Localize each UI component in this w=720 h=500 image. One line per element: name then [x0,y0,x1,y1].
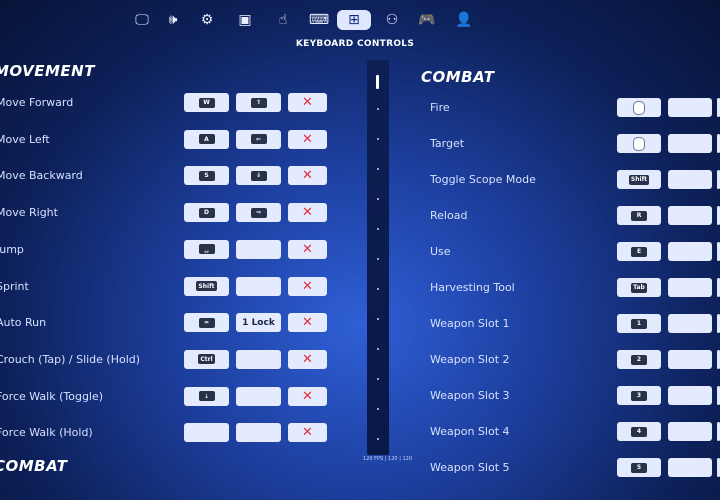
binding-label: Weapon Slot 2 [430,353,510,366]
primary-key-slot[interactable]: 3 [617,386,661,405]
binding-row: Weapon Slot 3 3 [0,386,720,406]
key-cap: R [631,210,647,221]
binding-label: Toggle Scope Mode [430,173,536,186]
secondary-key-slot[interactable] [668,278,712,297]
account-icon[interactable]: 👤 [447,10,481,30]
section-title-combat: COMBAT [421,68,495,86]
controller-settings-icon[interactable]: ⚇ [375,10,409,30]
binding-label: Use [430,245,451,258]
scrollbar-thumb[interactable] [376,75,379,89]
key-cap: 3 [631,390,647,401]
key-cap: 5 [631,462,647,473]
scroll-marker [377,348,379,350]
key-cap: Tab [631,282,647,293]
binding-row: Weapon Slot 5 5 [0,458,720,478]
primary-key-slot[interactable]: 1 [617,314,661,333]
secondary-key-slot[interactable] [668,422,712,441]
key-cap: 1 [631,318,647,329]
monitor-icon[interactable]: 🖵 [125,10,159,30]
page-title: KEYBOARD CONTROLS [295,39,415,49]
scroll-marker [377,198,379,200]
primary-key-slot[interactable]: Tab [617,278,661,297]
scrollbar[interactable] [367,60,389,455]
secondary-key-slot[interactable] [668,314,712,333]
primary-key-slot[interactable] [617,134,661,153]
binding-row: Target [0,134,720,154]
binding-row: Fire [0,98,720,118]
binding-label: Weapon Slot 4 [430,425,510,438]
binding-row: Harvesting Tool Tab [0,278,720,298]
gamepad-icon[interactable]: 🎮 [410,10,444,30]
key-cap: 2 [631,354,647,365]
binding-label: Target [430,137,465,150]
binding-row: Reload R [0,206,720,226]
speaker-icon[interactable]: 🕪 [156,10,190,30]
secondary-key-slot[interactable] [668,386,712,405]
keyboard-controls-icon[interactable]: ⊞ [337,10,371,30]
primary-key-slot[interactable]: 5 [617,458,661,477]
binding-row: Weapon Slot 2 2 [0,350,720,370]
left-mouse-icon [633,100,645,115]
secondary-key-slot[interactable] [668,458,712,477]
gear-icon[interactable]: ⚙ [190,10,224,30]
secondary-key-slot[interactable] [668,350,712,369]
binding-label: Reload [430,209,468,222]
binding-row: Use E [0,242,720,262]
key-cap: Shift [628,174,650,185]
primary-key-slot[interactable]: E [617,242,661,261]
binding-label: Weapon Slot 1 [430,317,510,330]
display-settings-icon[interactable]: ▣ [228,10,262,30]
binding-row: Weapon Slot 1 1 [0,314,720,334]
primary-key-slot[interactable] [617,98,661,117]
primary-key-slot[interactable]: R [617,206,661,225]
secondary-key-slot[interactable] [668,170,712,189]
scroll-marker [377,228,379,230]
scroll-marker [377,438,379,440]
scroll-marker [377,378,379,380]
right-mouse-icon [633,136,645,151]
scroll-marker [377,168,379,170]
scroll-marker [377,138,379,140]
secondary-key-slot[interactable] [668,134,712,153]
primary-key-slot[interactable]: 2 [617,350,661,369]
binding-label: Fire [430,101,450,114]
secondary-key-slot[interactable] [668,98,712,117]
binding-label: Harvesting Tool [430,281,515,294]
section-title-movement: MOVEMENT [0,62,95,80]
binding-row: Weapon Slot 4 4 [0,422,720,442]
secondary-key-slot[interactable] [668,242,712,261]
scroll-marker [377,288,379,290]
touch-icon[interactable]: ☝ [266,10,300,30]
key-cap: 4 [631,426,647,437]
binding-label: Weapon Slot 5 [430,461,510,474]
binding-row: Toggle Scope Mode Shift [0,170,720,190]
keyboard-mouse-icon[interactable]: ⌨ [302,10,336,30]
secondary-key-slot[interactable] [668,206,712,225]
primary-key-slot[interactable]: Shift [617,170,661,189]
scroll-marker [377,258,379,260]
binding-label: Weapon Slot 3 [430,389,510,402]
fps-counter: 120 FPS | 120 | 120 [363,456,413,462]
scroll-marker [377,408,379,410]
primary-key-slot[interactable]: 4 [617,422,661,441]
scroll-marker [377,318,379,320]
key-cap: E [631,246,647,257]
scroll-marker [377,108,379,110]
